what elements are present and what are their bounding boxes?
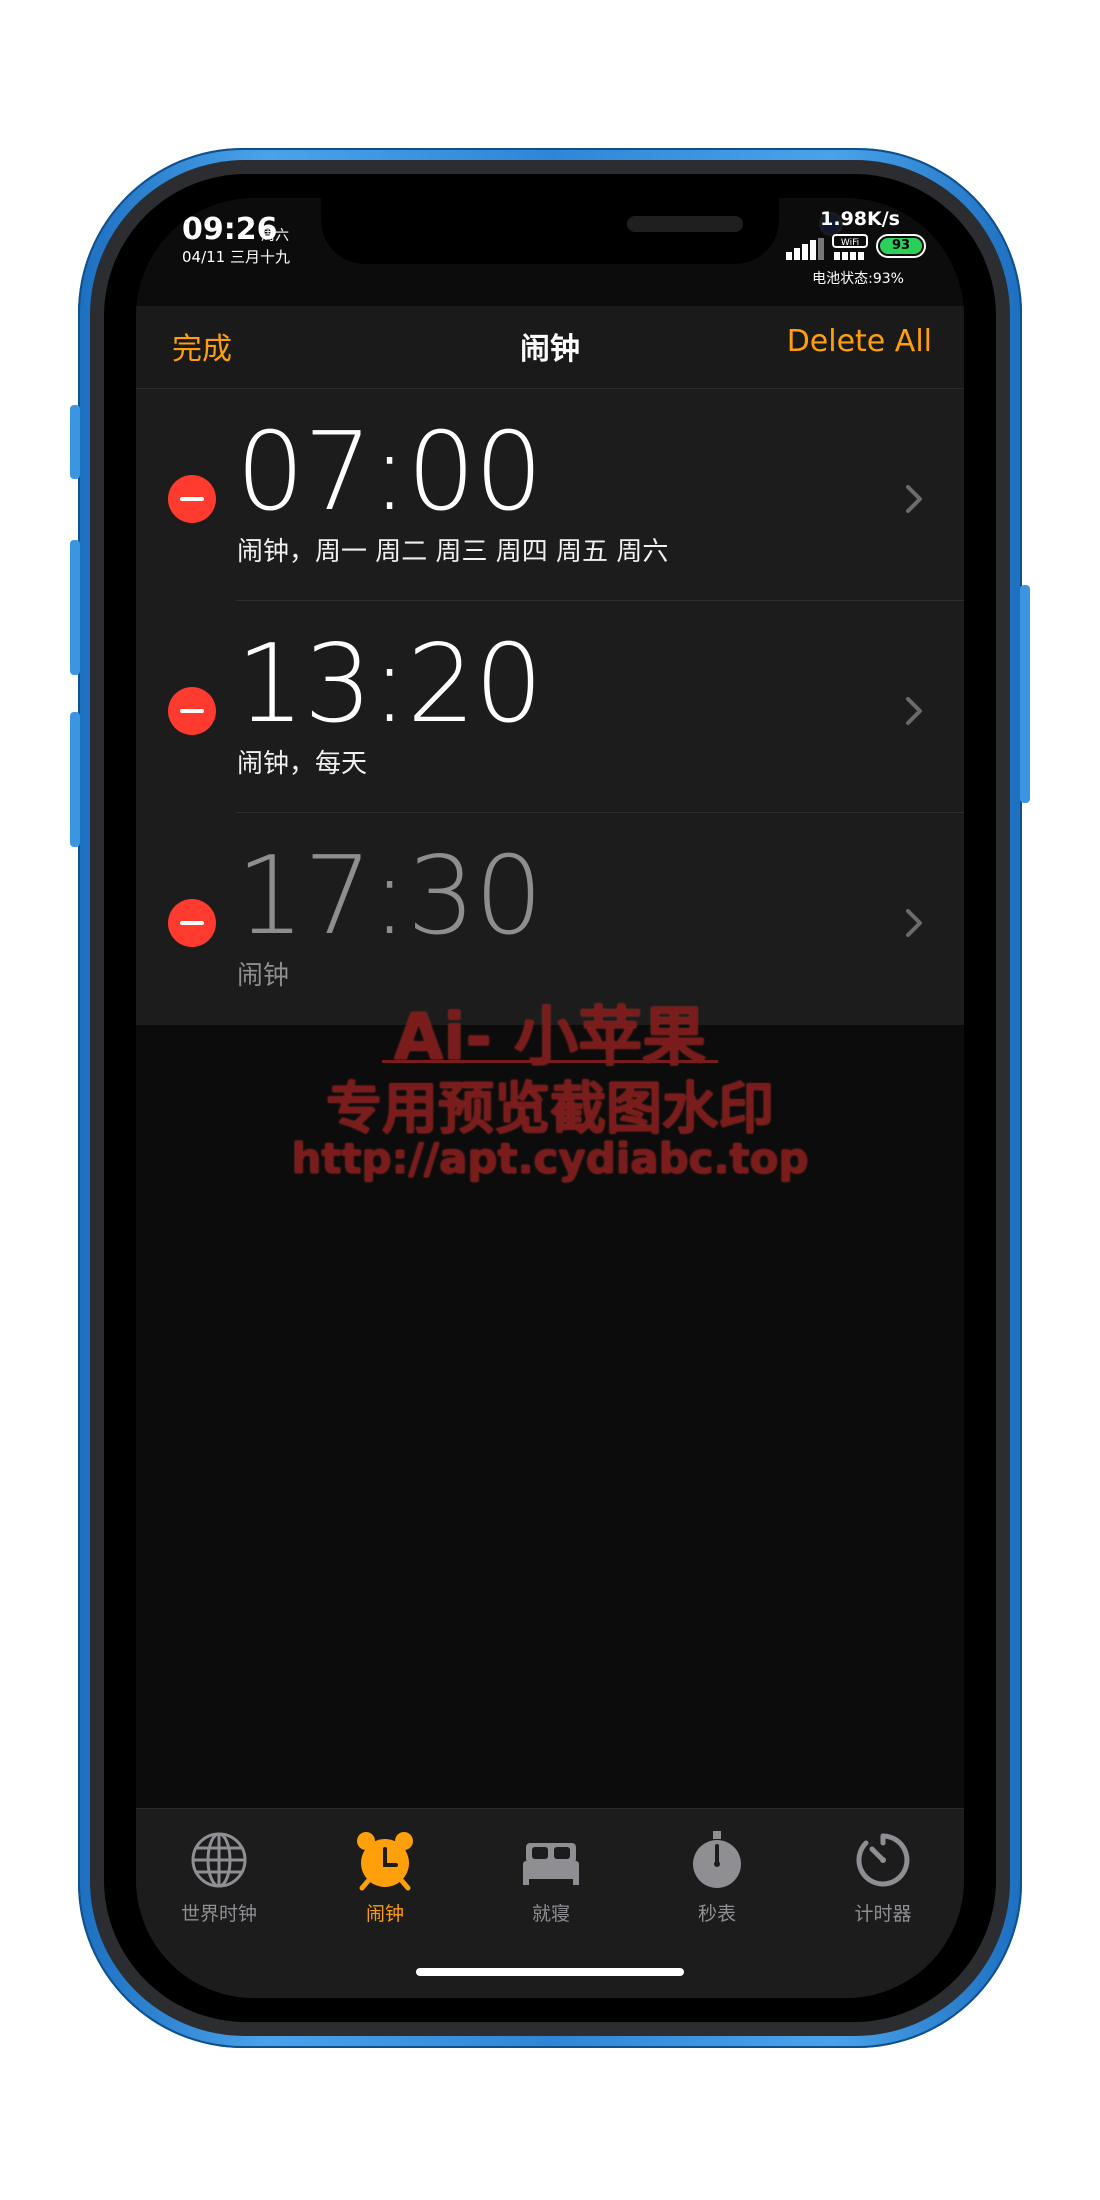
svg-text:WiFi: WiFi <box>841 238 859 248</box>
tab-label: 闹钟 <box>365 1903 404 1925</box>
volume-down-button <box>70 712 80 847</box>
battery-level: 93 <box>880 238 922 254</box>
home-indicator[interactable] <box>416 1968 684 1976</box>
speaker-grille <box>627 216 743 232</box>
tab-bedtime[interactable]: 就寝 <box>468 1829 634 1926</box>
volume-up-button <box>70 540 80 675</box>
notch <box>321 198 843 264</box>
tab-stopwatch[interactable]: 秒表 <box>634 1829 800 1926</box>
cellular-signal-icon <box>786 238 824 260</box>
tab-timer[interactable]: 计时器 <box>800 1829 964 1926</box>
alarm-label: 闹钟，周一 周二 周三 周四 周五 周六 <box>237 537 669 567</box>
watermark-underline <box>382 1060 718 1063</box>
watermark-subtitle: 专用预览截图水印 <box>326 1077 774 1142</box>
alarm-clock-icon <box>357 1832 413 1891</box>
watermark-url: http://apt.cydiabc.top <box>291 1134 809 1183</box>
tab-label: 计时器 <box>854 1903 912 1925</box>
silent-switch <box>70 405 80 479</box>
alarm-row[interactable]: 13:20 闹钟，每天 <box>136 601 964 813</box>
alarm-row[interactable]: 07:00 闹钟，周一 周二 周三 周四 周五 周六 <box>136 389 964 601</box>
battery-icon: 93 <box>876 234 926 258</box>
alarm-time: 07:00 <box>236 410 543 535</box>
chevron-right-icon[interactable] <box>900 693 928 729</box>
bed-icon <box>523 1843 579 1885</box>
alarm-time: 17:30 <box>236 834 543 959</box>
stopwatch-icon <box>693 1831 741 1888</box>
delete-alarm-button[interactable] <box>168 899 216 947</box>
delete-alarm-button[interactable] <box>168 475 216 523</box>
delete-alarm-button[interactable] <box>168 687 216 735</box>
wifi-icon: WiFi <box>832 234 868 260</box>
tab-alarm[interactable]: 闹钟 <box>302 1829 468 1926</box>
navigation-bar: 完成 闹钟 Delete All <box>136 306 964 389</box>
status-weekday: 周六 <box>261 228 289 244</box>
alarm-time: 13:20 <box>236 622 543 747</box>
power-button <box>1020 585 1030 803</box>
globe-icon <box>191 1832 247 1888</box>
network-speed: 1.98K/s <box>820 208 900 230</box>
battery-status: 电池状态:93% <box>812 271 904 287</box>
tab-label: 就寝 <box>531 1903 570 1925</box>
screen: 09:26 周六 04/11 三月十九 1.98K/s WiFi 93 电池状态… <box>136 198 964 1998</box>
tab-label: 秒表 <box>697 1903 736 1925</box>
delete-all-button[interactable]: Delete All <box>787 324 932 359</box>
chevron-right-icon[interactable] <box>900 481 928 517</box>
status-date: 04/11 三月十九 <box>182 248 290 266</box>
alarm-list: 07:00 闹钟，周一 周二 周三 周四 周五 周六 13:20 闹钟，每天 1… <box>136 389 964 1025</box>
chevron-right-icon[interactable] <box>900 905 928 941</box>
tab-label: 世界时钟 <box>180 1903 257 1925</box>
alarm-label: 闹钟，每天 <box>237 749 368 779</box>
tab-world-clock[interactable]: 世界时钟 <box>136 1829 302 1926</box>
timer-icon <box>856 1833 910 1887</box>
